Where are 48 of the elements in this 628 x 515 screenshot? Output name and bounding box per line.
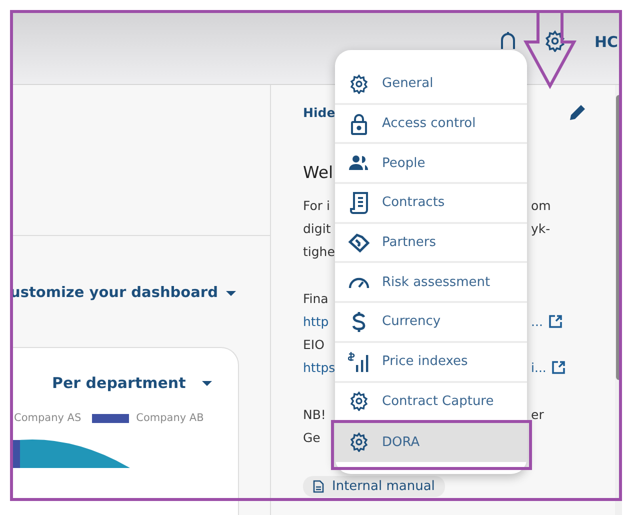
link-text[interactable]: https [303,360,336,375]
caret-icon[interactable] [226,290,236,296]
menu-item[interactable]: People [335,144,527,184]
menu-item[interactable]: Partners [335,224,527,264]
legend-label: Company AB [136,412,204,424]
chart-title[interactable]: Per department [52,374,186,392]
legend-label: Company AS [14,412,82,424]
gear-icon [349,391,369,412]
body-text: For i [303,198,330,213]
gauge-icon [348,275,370,290]
internal-manual-chip[interactable]: Internal manual [303,476,445,497]
body-text: Fina [303,291,328,306]
body-text: om [531,198,551,213]
welcome-heading: Wel [303,163,334,182]
body-text: digit [303,221,331,236]
link-text[interactable]: i... [531,360,546,375]
price-bars-icon [348,350,370,373]
menu-item[interactable]: DORA [335,422,527,462]
settings-icon[interactable] [544,30,566,52]
menu-item[interactable]: Contract Capture [335,382,527,422]
people-icon [348,155,370,172]
customize-dashboard-label[interactable]: ustomize your dashboard [10,285,218,301]
user-initials[interactable]: HC [594,33,618,61]
menu-item[interactable]: Risk assessment [335,263,527,304]
body-text: yk- [531,221,550,236]
gear-icon [349,74,369,94]
pencil-icon[interactable] [569,103,587,121]
dollar-icon [352,310,366,333]
link-text[interactable]: ... [531,314,543,329]
menu-item[interactable]: General [335,65,527,105]
body-text: er [531,407,544,422]
hide-link[interactable]: Hide [303,104,336,120]
external-link-icon[interactable] [552,361,566,374]
gear-icon [349,432,369,452]
body-text: tighe [303,244,335,259]
body-text: NB! [303,407,326,422]
menu-item[interactable]: Contracts [335,184,527,224]
external-link-icon[interactable] [548,315,562,328]
link-text[interactable]: http [303,314,329,329]
body-text: Ge [303,430,320,445]
body-text: EIO [303,337,324,352]
document-icon [350,192,368,214]
document-icon [313,480,324,493]
padlock-icon [349,112,369,135]
caret-icon[interactable] [202,380,212,386]
menu-item[interactable]: Currency [335,303,527,343]
menu-item[interactable]: Access control [335,104,527,144]
menu-item[interactable]: Price indexes [335,342,527,382]
